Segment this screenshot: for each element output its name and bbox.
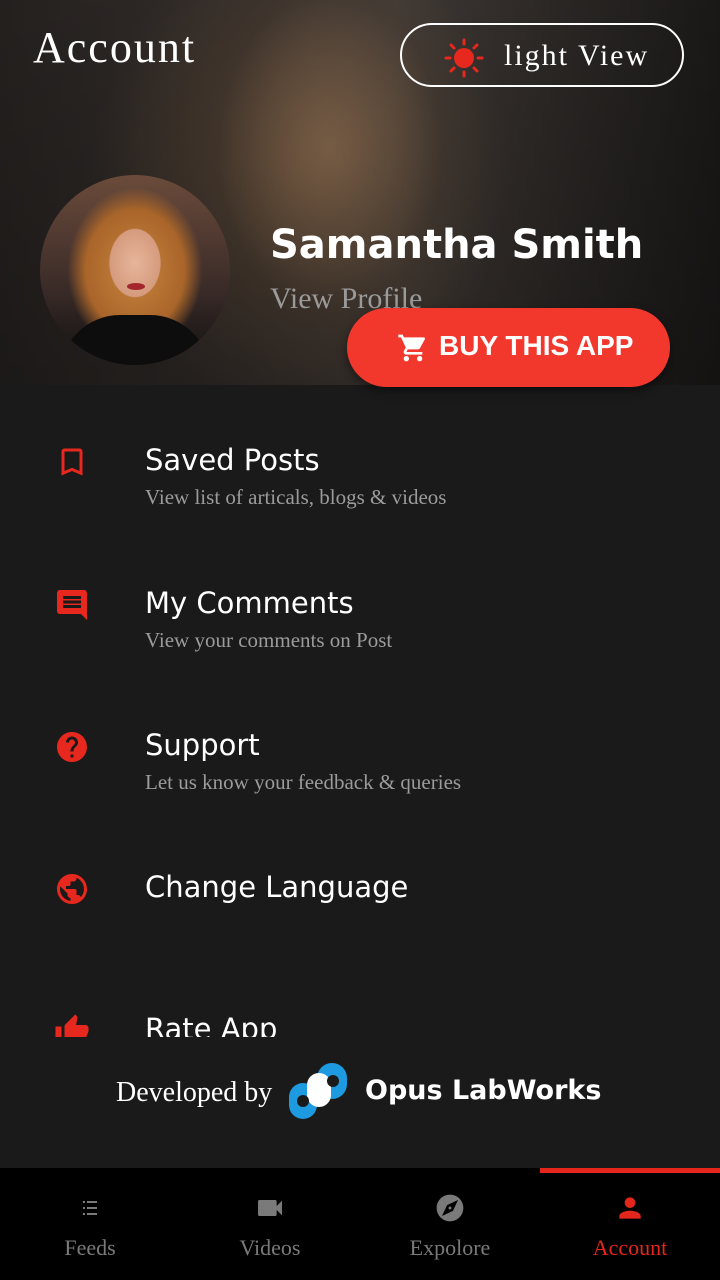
comment-icon [57, 590, 87, 620]
nav-item-explore[interactable]: Expolore [360, 1168, 540, 1280]
company-name: Opus LabWorks [365, 1075, 602, 1106]
menu-item-my-comments[interactable]: My Comments View your comments on Post [0, 576, 720, 696]
menu-item-change-language[interactable]: Change Language [0, 860, 720, 980]
menu-item-rate-app[interactable]: Rate App [0, 1002, 720, 1037]
compass-icon [436, 1194, 464, 1222]
menu-item-title: Change Language [145, 870, 409, 904]
menu-item-title: Rate App [145, 1012, 278, 1037]
nav-label: Feeds [64, 1235, 116, 1260]
avatar-lips [127, 283, 145, 290]
avatar-shirt [60, 315, 210, 365]
thumbs-up-icon [55, 1014, 89, 1037]
menu-item-title: My Comments [145, 586, 354, 620]
menu-item-subtitle: View list of articals, blogs & videos [145, 485, 447, 509]
list-icon [83, 1201, 97, 1215]
video-camera-icon [258, 1200, 282, 1216]
buy-app-label: BUY THIS APP [439, 330, 634, 361]
globe-icon [57, 874, 87, 904]
menu-item-subtitle: Let us know your feedback & queries [145, 770, 462, 794]
avatar[interactable] [40, 175, 230, 365]
buy-app-button[interactable]: BUY THIS APP [347, 308, 670, 387]
nav-item-videos[interactable]: Videos [180, 1168, 360, 1280]
menu-item-title: Saved Posts [145, 443, 320, 477]
nav-label: Videos [239, 1235, 301, 1260]
menu-item-title: Support [145, 728, 260, 762]
bookmark-icon [61, 448, 83, 476]
page-title: Account [33, 23, 197, 72]
light-view-toggle[interactable]: light View [400, 23, 684, 87]
menu-item-support[interactable]: Support Let us know your feedback & quer… [0, 718, 720, 838]
developed-by-label: Developed by [116, 1077, 273, 1108]
sun-icon [444, 38, 484, 78]
menu-item-subtitle: View your comments on Post [145, 628, 393, 652]
nav-label: Account [592, 1235, 668, 1260]
user-name: Samantha Smith [270, 222, 644, 268]
account-menu: Saved Posts View list of articals, blogs… [0, 385, 720, 1037]
person-icon [619, 1197, 641, 1219]
help-icon [57, 732, 87, 762]
opus-labworks-logo-icon [289, 1063, 347, 1119]
bottom-navigation: Feeds Videos Expolore Account [0, 1168, 720, 1280]
nav-label: Expolore [409, 1235, 491, 1260]
cart-icon [398, 334, 426, 362]
light-view-label: light View [504, 39, 650, 72]
nav-item-feeds[interactable]: Feeds [0, 1168, 180, 1280]
nav-item-account[interactable]: Account [540, 1168, 720, 1280]
menu-item-saved-posts[interactable]: Saved Posts View list of articals, blogs… [0, 433, 720, 553]
